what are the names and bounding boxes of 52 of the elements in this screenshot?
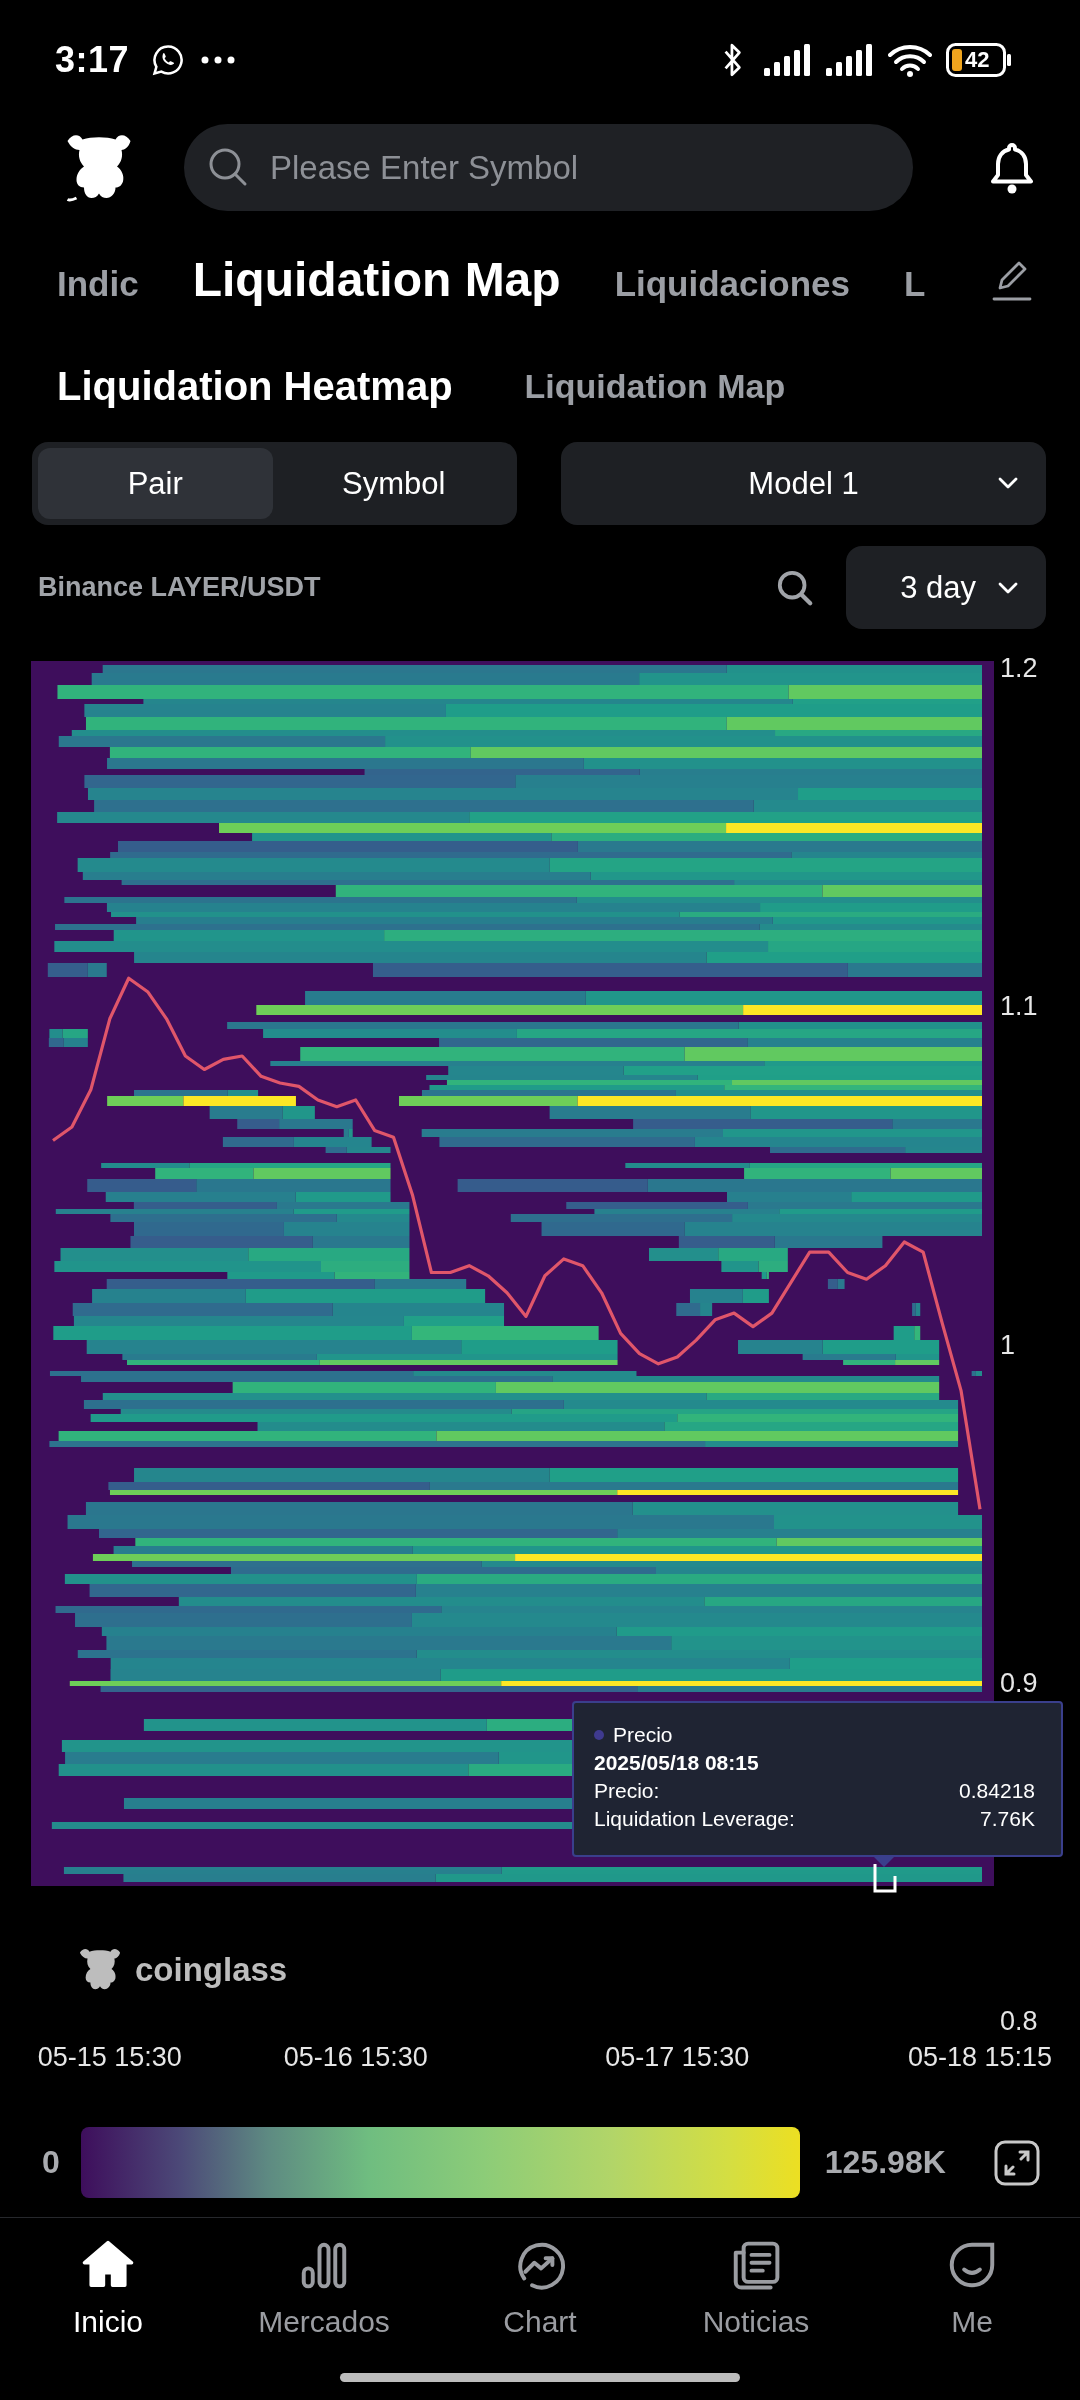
nav-tab[interactable]: Me bbox=[864, 2218, 1080, 2348]
x-axis-label: 05-16 15:30 bbox=[283, 2042, 428, 2072]
tooltip-time: 2025/05/18 08:15 bbox=[594, 1750, 760, 1776]
y-axis-label: 1 bbox=[1000, 1329, 1016, 1360]
toggle-option[interactable]: Symbol bbox=[276, 448, 511, 519]
tooltip-series-name: Precio bbox=[613, 1722, 673, 1748]
y-axis-label: 0.8 bbox=[1000, 2006, 1038, 2036]
cursor-marker-icon bbox=[872, 1862, 898, 1894]
nav-tab[interactable]: Inicio bbox=[0, 2218, 216, 2348]
tooltip-label: Precio: bbox=[594, 1778, 660, 1804]
y-axis-label: 0.9 bbox=[1000, 1667, 1038, 1698]
search-field[interactable]: Please Enter Symbol bbox=[184, 124, 913, 211]
search-icon bbox=[208, 147, 248, 187]
x-axis-label: 05-18 15:15 bbox=[907, 2042, 1053, 2072]
expand-icon[interactable] bbox=[994, 2139, 1040, 2186]
signal-icon bbox=[826, 44, 874, 76]
y-axis-label: 1.2 bbox=[1000, 653, 1038, 683]
tooltip-value: 0.84218 bbox=[959, 1778, 1035, 1804]
tooltip-value: 7.76K bbox=[980, 1806, 1035, 1832]
series-dot-icon bbox=[594, 1730, 604, 1740]
nav-tab[interactable]: Chart bbox=[432, 2218, 648, 2348]
search-icon[interactable] bbox=[776, 568, 814, 607]
battery-icon bbox=[946, 43, 1012, 77]
category-tab[interactable]: L bbox=[903, 263, 926, 306]
chevron-down-icon bbox=[998, 477, 1018, 489]
scale-min-label: 0 bbox=[42, 2144, 60, 2181]
category-tab[interactable]: Indic bbox=[57, 263, 139, 306]
wifi-icon bbox=[888, 43, 932, 77]
tooltip-label: Liquidation Leverage: bbox=[594, 1806, 795, 1832]
chevron-down-icon bbox=[998, 581, 1018, 594]
nav-tab[interactable]: Noticias bbox=[648, 2218, 864, 2348]
notification-bell-icon[interactable] bbox=[990, 140, 1034, 195]
period-dropdown[interactable]: 3 day bbox=[846, 546, 1046, 629]
nav-tab[interactable]: Mercados bbox=[216, 2218, 432, 2348]
model-dropdown[interactable]: Model 1 bbox=[561, 442, 1046, 525]
pair-label: Binance LAYER/USDT bbox=[38, 572, 322, 603]
x-axis-label: 05-15 15:30 bbox=[37, 2042, 182, 2072]
view-tab[interactable]: Liquidation Map bbox=[524, 366, 786, 406]
view-tab[interactable]: Liquidation Heatmap bbox=[57, 363, 453, 409]
category-tab[interactable]: Liquidation Map bbox=[192, 251, 561, 309]
status-time: 3:17 bbox=[55, 39, 130, 81]
category-tab[interactable]: Liquidaciones bbox=[614, 263, 850, 306]
phone-bubble-icon bbox=[151, 43, 186, 77]
scale-max-label: 125.98K bbox=[824, 2144, 946, 2181]
watermark-text: coinglass bbox=[135, 1951, 288, 1989]
bluetooth-icon bbox=[722, 42, 744, 78]
toggle-option[interactable]: Pair bbox=[38, 448, 273, 519]
more-dots-icon bbox=[201, 56, 236, 64]
battery-percent: 42 bbox=[965, 49, 990, 71]
y-axis-label: 1.1 bbox=[1000, 991, 1038, 1022]
x-axis-label: 05-17 15:30 bbox=[605, 2042, 750, 2072]
signal-icon bbox=[764, 44, 812, 76]
